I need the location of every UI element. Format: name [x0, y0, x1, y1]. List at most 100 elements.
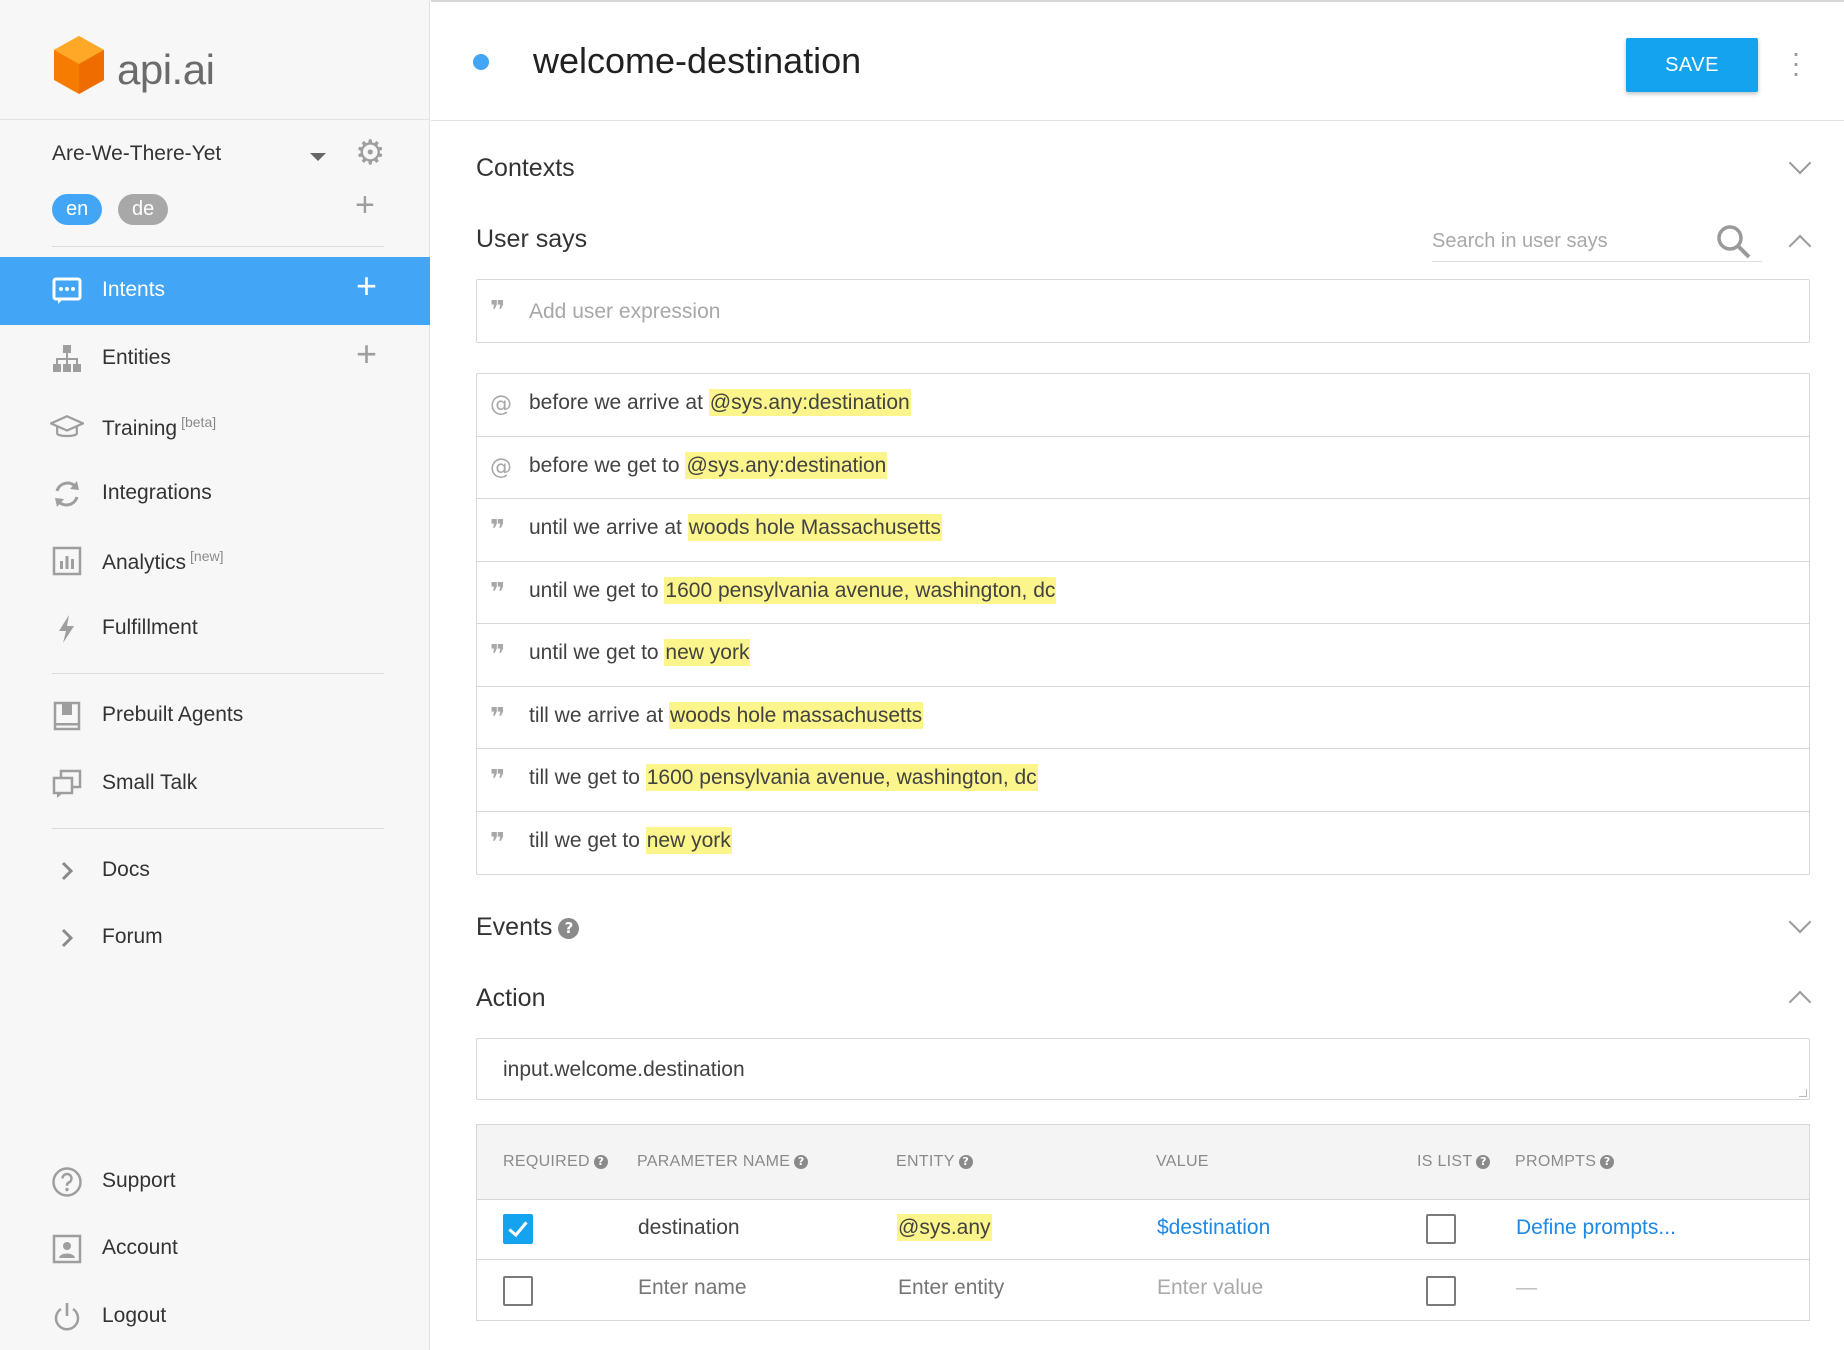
list-item[interactable]: @ before we arrive at @sys.any:destinati… [477, 374, 1809, 437]
quote-icon[interactable]: ❞ [490, 830, 512, 856]
sidebar-item-account[interactable]: Account [0, 1215, 430, 1283]
logo-cube-icon [54, 36, 104, 94]
intent-name[interactable]: welcome-destination [533, 40, 861, 82]
list-item[interactable]: ❞ till we get to new york [477, 812, 1809, 875]
expression-text[interactable]: till we get to new york [529, 826, 732, 854]
help-icon[interactable]: ? [558, 918, 580, 939]
search-input[interactable] [1432, 226, 1702, 256]
parameter-name[interactable]: destination [638, 1216, 740, 1240]
expression-text[interactable]: till we arrive at woods hole massachuset… [529, 701, 924, 729]
logo-row: api.ai [0, 0, 430, 120]
annotated-parameter[interactable]: 1600 pensylvania avenue, washington, dc [645, 764, 1038, 791]
header-label: IS LIST [1417, 1153, 1473, 1170]
help-icon[interactable]: ? [1600, 1155, 1615, 1169]
expression-text[interactable]: before we get to @sys.any:destination [529, 451, 888, 479]
chevron-down-icon[interactable] [1788, 151, 1812, 175]
sidebar-item-prebuilt-agents[interactable]: Prebuilt Agents [0, 682, 430, 750]
sidebar-item-fulfillment[interactable]: Fulfillment [0, 595, 430, 663]
add-entity-icon[interactable]: + [356, 336, 377, 372]
entity-input[interactable]: Enter entity [898, 1276, 1004, 1300]
add-language-icon[interactable]: + [355, 188, 375, 222]
sidebar-item-entities[interactable]: Entities + [0, 325, 430, 393]
sidebar-item-support[interactable]: Support [0, 1148, 430, 1216]
contexts-heading[interactable]: Contexts [476, 154, 575, 183]
add-intent-icon[interactable]: + [356, 268, 377, 304]
expression-text[interactable]: until we get to 1600 pensylvania avenue,… [529, 576, 1057, 604]
sidebar-item-integrations[interactable]: Integrations [0, 460, 430, 528]
sidebar-item-logout[interactable]: Logout [0, 1283, 430, 1350]
list-item[interactable]: ❞ until we get to new york [477, 624, 1809, 687]
help-icon[interactable]: ? [958, 1155, 973, 1169]
annotated-parameter[interactable]: woods hole Massachusetts [687, 514, 942, 541]
annotated-parameter[interactable]: new york [645, 826, 732, 854]
book-icon [50, 699, 84, 733]
list-item[interactable]: @ before we get to @sys.any:destination [477, 437, 1809, 499]
template-mode-icon[interactable]: @ [490, 455, 512, 480]
list-item[interactable]: ❞ until we get to 1600 pensylvania avenu… [477, 562, 1809, 624]
help-icon[interactable]: ? [593, 1155, 608, 1169]
action-heading[interactable]: Action [476, 984, 545, 1013]
list-item[interactable]: ❞ until we arrive at woods hole Massachu… [477, 499, 1809, 562]
annotated-parameter[interactable]: @sys.any:destination [708, 389, 911, 416]
template-mode-icon[interactable]: @ [490, 392, 512, 417]
refresh-icon [50, 477, 84, 511]
resize-handle[interactable] [1799, 1089, 1807, 1097]
header-label: ENTITY [896, 1153, 955, 1170]
sidebar-item-training[interactable]: Training [beta] [0, 393, 430, 461]
chevron-up-icon[interactable] [1788, 990, 1812, 1014]
chevron-down-icon[interactable] [1788, 910, 1812, 934]
user-says-heading[interactable]: User says [476, 225, 587, 254]
quote-icon[interactable]: ❞ [490, 767, 512, 793]
quote-icon[interactable]: ❞ [490, 517, 512, 543]
quote-icon[interactable]: ❞ [490, 642, 512, 668]
help-icon[interactable]: ? [794, 1155, 809, 1169]
sidebar-item-forum[interactable]: Forum [0, 904, 430, 972]
events-heading[interactable]: Events? [476, 913, 580, 942]
quote-icon: ❞ [490, 296, 506, 326]
list-item[interactable]: ❞ till we get to 1600 pensylvania avenue… [477, 749, 1809, 812]
is-list-checkbox[interactable] [1426, 1214, 1456, 1244]
annotated-parameter[interactable]: @sys.any:destination [685, 451, 888, 479]
sidebar-item-docs[interactable]: Docs [0, 837, 430, 905]
save-button[interactable]: SAVE [1626, 38, 1758, 92]
column-header-is-list: IS LIST? [1417, 1153, 1491, 1171]
required-checkbox[interactable] [503, 1214, 533, 1244]
parameter-entity[interactable]: @sys.any [897, 1214, 992, 1241]
parameter-value[interactable]: $destination [1157, 1216, 1270, 1240]
sidebar-item-small-talk[interactable]: Small Talk [0, 750, 430, 818]
chevron-up-icon[interactable] [1788, 234, 1812, 258]
agent-selector[interactable]: Are-We-There-Yet ⚙ [52, 136, 392, 174]
more-options-icon[interactable]: · · · [1789, 39, 1803, 87]
expression-text[interactable]: before we arrive at @sys.any:destination [529, 389, 911, 416]
action-input[interactable] [503, 1055, 1703, 1085]
name-input[interactable]: Enter name [638, 1276, 747, 1300]
header-label: PARAMETER NAME [637, 1153, 791, 1170]
expression-prefix: till we get to [529, 828, 646, 852]
sidebar-item-analytics[interactable]: Analytics [new] [0, 527, 430, 595]
action-field [476, 1038, 1810, 1100]
define-prompts-link[interactable]: Define prompts... [1516, 1216, 1676, 1240]
annotated-parameter[interactable]: 1600 pensylvania avenue, washington, dc [664, 576, 1057, 604]
annotated-parameter[interactable]: new york [664, 639, 751, 666]
value-input[interactable]: Enter value [1157, 1276, 1263, 1300]
expression-text[interactable]: till we get to 1600 pensylvania avenue, … [529, 764, 1038, 791]
add-expression-input[interactable] [529, 296, 1769, 328]
sidebar-item-label: Prebuilt Agents [102, 703, 244, 726]
expression-text[interactable]: until we get to new york [529, 639, 751, 666]
list-item[interactable]: ❞ till we arrive at woods hole massachus… [477, 687, 1809, 749]
required-checkbox[interactable] [503, 1276, 533, 1306]
annotated-parameter[interactable]: woods hole massachusetts [669, 701, 924, 729]
sidebar-item-label: Small Talk [102, 771, 198, 794]
sidebar-item-intents[interactable]: Intents + [0, 257, 430, 325]
new-tag: [new] [190, 548, 224, 564]
search-icon[interactable] [1716, 224, 1752, 260]
language-de[interactable]: de [118, 194, 169, 225]
expression-text[interactable]: until we arrive at woods hole Massachuse… [529, 514, 942, 541]
help-icon[interactable]: ? [1476, 1155, 1491, 1169]
language-en[interactable]: en [52, 194, 103, 225]
is-list-checkbox[interactable] [1426, 1276, 1456, 1306]
quote-icon[interactable]: ❞ [490, 580, 512, 606]
quote-icon[interactable]: ❞ [490, 705, 512, 731]
caret-down-icon[interactable] [310, 153, 326, 161]
gear-icon[interactable]: ⚙ [355, 136, 385, 170]
